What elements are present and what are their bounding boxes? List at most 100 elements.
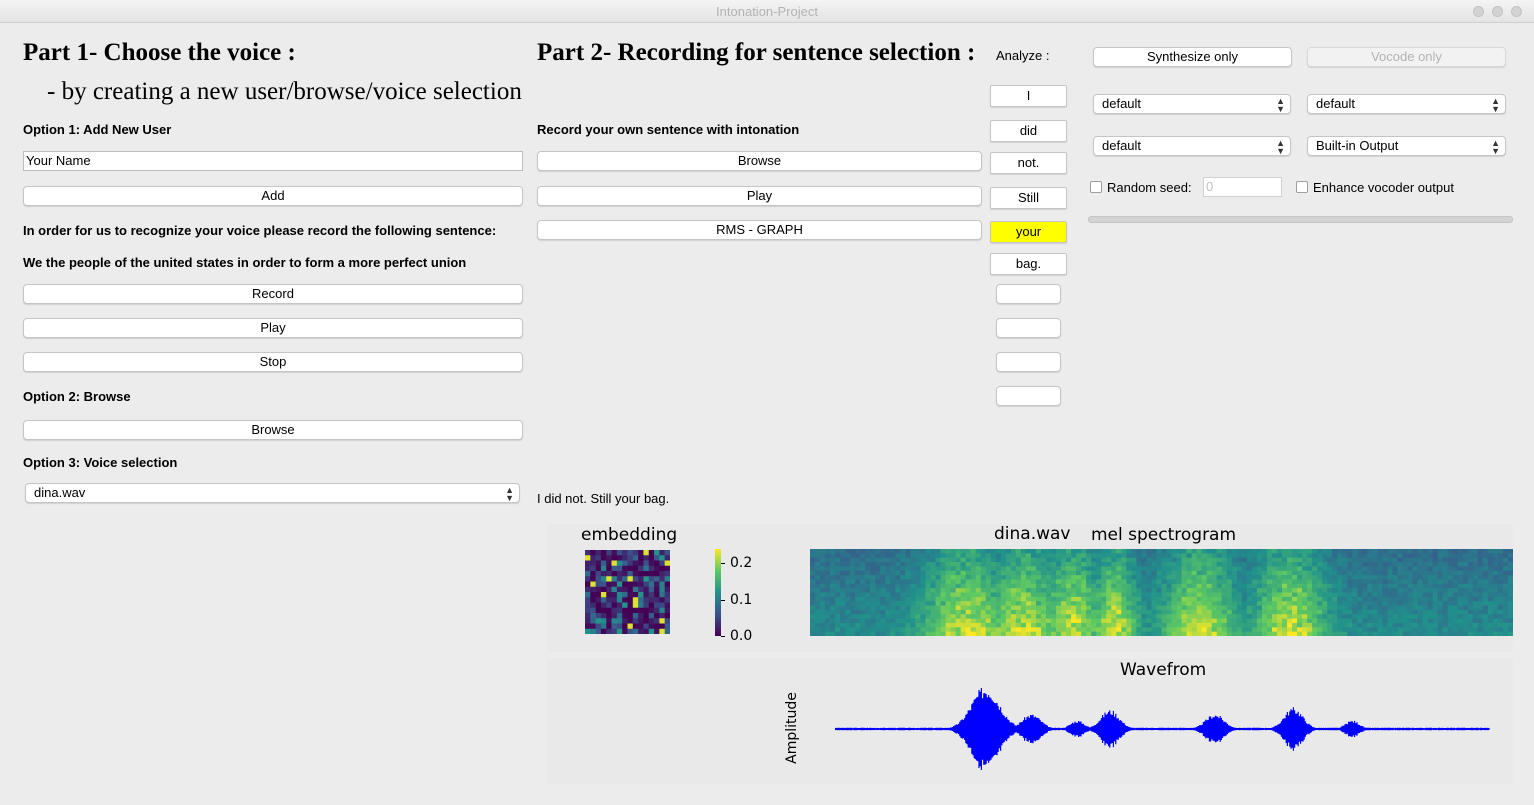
voice-select[interactable]: dina.wav ▲ ▼ — [25, 483, 520, 503]
spectrogram-cell — [1256, 609, 1263, 615]
spectrogram-cell — [1292, 614, 1298, 619]
spectrogram-cell — [1191, 592, 1198, 598]
spectrogram-cell — [1071, 579, 1077, 585]
spectrogram-cell — [1477, 627, 1484, 633]
word-button-5[interactable]: your — [990, 221, 1067, 243]
name-input[interactable]: Your Name — [23, 151, 523, 171]
vocoder-select[interactable]: default ▲ ▼ — [1093, 136, 1291, 156]
empty-word-button[interactable] — [996, 284, 1061, 304]
spectrogram-cell — [1010, 618, 1017, 624]
spectrogram-cell — [1181, 557, 1188, 563]
spectrogram-cell — [1111, 588, 1117, 593]
spectrogram-cell — [855, 553, 861, 559]
spectrogram-cell — [915, 592, 921, 598]
spectrogram-cell — [950, 553, 957, 559]
spectrogram-cell — [880, 583, 886, 589]
word-button-6[interactable]: bag. — [990, 253, 1067, 275]
spectrogram-cell — [1447, 570, 1454, 576]
spectrogram-cell — [1231, 592, 1238, 598]
embedding-cell — [627, 628, 634, 634]
spectrogram-cell — [1457, 570, 1464, 576]
spectrogram-cell — [870, 627, 876, 633]
spectrogram-cell — [840, 553, 846, 559]
spectrogram-cell — [915, 553, 921, 559]
spectrogram-cell — [1482, 562, 1489, 567]
spectrogram-cell — [1141, 609, 1147, 615]
spectrogram-cell — [1171, 553, 1177, 559]
spectrogram-cell — [1342, 596, 1348, 602]
spectrogram-cell — [880, 588, 886, 593]
spectrogram-cell — [1317, 605, 1323, 611]
spectrogram-cell — [1166, 570, 1172, 576]
spectrogram-cell — [1332, 614, 1338, 619]
synthesize-only-button[interactable]: Synthesize only — [1093, 47, 1292, 67]
audio-output-select[interactable]: Built-in Output ▲ ▼ — [1307, 136, 1506, 156]
spectrogram-cell — [1071, 566, 1077, 572]
spectrogram-cell — [940, 579, 946, 585]
spectrogram-cell — [890, 549, 896, 554]
spectrogram-cell — [1081, 605, 1087, 611]
word-button-3[interactable]: not. — [990, 152, 1067, 174]
empty-word-button[interactable] — [996, 318, 1061, 338]
rms-graph-button[interactable]: RMS - GRAPH — [537, 220, 982, 240]
play-sentence-button[interactable]: Play — [537, 186, 982, 206]
record-button[interactable]: Record — [23, 284, 523, 304]
spectrogram-cell — [965, 549, 972, 554]
spectrogram-cell — [1206, 614, 1213, 619]
spectrogram-cell — [1342, 588, 1348, 593]
word-button-4[interactable]: Still — [990, 187, 1067, 209]
spectrogram-cell — [1332, 622, 1338, 628]
random-seed-checkbox[interactable] — [1090, 181, 1102, 193]
spectrogram-cell — [1462, 549, 1469, 554]
spectrogram-cell — [1221, 605, 1228, 611]
empty-word-button[interactable] — [996, 386, 1061, 406]
spectrogram-cell — [1151, 575, 1157, 580]
spectrogram-cell — [1251, 592, 1258, 598]
window-minimize-button[interactable] — [1492, 6, 1503, 17]
spectrogram-cell — [1086, 631, 1092, 636]
spectrogram-cell — [1196, 622, 1203, 628]
spectrogram-cell — [1502, 627, 1509, 633]
spectrogram-cell — [930, 570, 936, 576]
encoder-select[interactable]: default ▲ ▼ — [1093, 94, 1291, 114]
random-seed-input[interactable]: 0 — [1203, 177, 1282, 197]
embedding-cell — [590, 581, 596, 588]
browse-voice-button[interactable]: Browse — [23, 420, 523, 440]
window-close-button[interactable] — [1473, 6, 1484, 17]
spectrogram-cell — [1462, 579, 1469, 585]
spectrogram-cell — [945, 592, 951, 598]
add-user-button[interactable]: Add — [23, 186, 523, 206]
spectrogram-cell — [1216, 549, 1223, 554]
spectrogram-cell — [1246, 583, 1253, 589]
spectrogram-cell — [1020, 631, 1027, 636]
option1-label: Option 1: Add New User — [23, 122, 172, 137]
spectrogram-cell — [920, 588, 926, 593]
spectrogram-cell — [910, 562, 916, 567]
spectrogram-cell — [1141, 575, 1147, 580]
window-zoom-button[interactable] — [1511, 6, 1522, 17]
word-button-2[interactable]: did — [990, 120, 1067, 142]
spectrogram-cell — [865, 631, 871, 636]
stop-button[interactable]: Stop — [23, 352, 523, 372]
embedding-cell — [627, 560, 634, 567]
empty-word-button[interactable] — [996, 352, 1061, 372]
spectrogram-cell — [1000, 562, 1007, 567]
embedding-cell — [585, 613, 591, 619]
colorbar-tick-label: 0.1 — [730, 592, 753, 608]
spectrogram-cell — [1372, 627, 1378, 633]
spectrogram-cell — [925, 549, 931, 554]
enhance-vocoder-checkbox[interactable] — [1296, 181, 1308, 193]
spectrogram-cell — [940, 566, 946, 572]
spectrogram-cell — [1422, 601, 1429, 606]
spectrogram-cell — [1312, 592, 1318, 598]
synthesizer-select[interactable]: default ▲ ▼ — [1307, 94, 1506, 114]
spectrogram-cell — [1161, 622, 1167, 628]
play-button[interactable]: Play — [23, 318, 523, 338]
word-button-1[interactable]: I — [990, 85, 1067, 107]
embedding-cell — [595, 555, 602, 561]
spectrogram-cell — [945, 601, 951, 606]
spectrogram-cell — [930, 592, 936, 598]
spectrogram-cell — [1317, 631, 1323, 636]
spectrogram-cell — [1332, 570, 1338, 576]
browse-sentence-button[interactable]: Browse — [537, 151, 982, 171]
